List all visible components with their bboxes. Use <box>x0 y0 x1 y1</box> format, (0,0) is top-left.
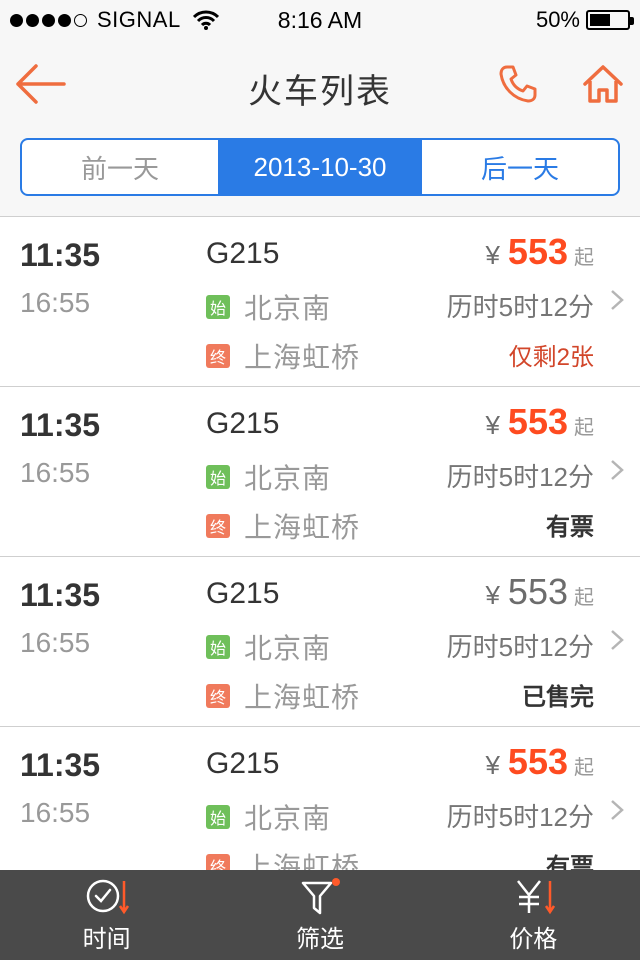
chevron-right-icon <box>611 460 624 480</box>
station-name: 上海虹桥 <box>244 682 361 713</box>
currency-symbol: ¥ <box>485 240 500 270</box>
previous-day-button: 前一天 <box>80 153 159 184</box>
station-name: 北京南 <box>244 633 332 664</box>
chevron-right-icon <box>611 290 624 310</box>
station-name: 上海虹桥 <box>244 342 361 373</box>
arrival-station: 终 上海虹桥 <box>206 336 360 376</box>
phone-icon[interactable] <box>498 64 538 104</box>
price: ¥ 553 起 <box>485 401 594 443</box>
tab-label: 价格 <box>509 925 558 953</box>
nav-bar: 火车列表 <box>0 40 640 128</box>
price: ¥ 553 起 <box>485 231 594 273</box>
currency-symbol: ¥ <box>485 410 500 440</box>
arrival-time: 16:55 <box>20 627 91 658</box>
arrival-station: 终 上海虹桥 <box>206 506 360 546</box>
tab-label: 筛选 <box>295 925 344 953</box>
arrival-time: 16:55 <box>20 797 91 828</box>
departure-time: 11:35 <box>20 577 101 613</box>
station-name: 北京南 <box>244 463 332 494</box>
status-bar: SIGNAL 8:16 AM 50% <box>0 0 640 40</box>
next-day-button[interactable]: 后一天 <box>422 140 618 194</box>
tab-filter[interactable]: 筛选 <box>213 870 426 960</box>
departure-station: 始 北京南 <box>206 287 331 327</box>
current-date[interactable]: 2013-10-30 <box>218 140 422 194</box>
price-amount: 553 <box>507 741 568 782</box>
currency-symbol: ¥ <box>485 580 500 610</box>
ticket-availability: 已售完 <box>522 684 594 711</box>
arrival-station: 终 上海虹桥 <box>206 676 360 716</box>
train-row[interactable]: 11:35 16:55 G215 始 北京南 终 上海虹桥 ¥ 553 起 历时… <box>0 216 640 386</box>
bottom-tab-bar: 时间 筛选 价格 <box>0 870 640 960</box>
price-suffix: 起 <box>574 247 594 269</box>
start-tag: 始 <box>206 805 230 829</box>
station-name: 北京南 <box>244 803 332 834</box>
chevron-right-icon <box>611 800 624 820</box>
ticket-availability: 仅剩2张 <box>508 344 594 371</box>
currency-symbol: ¥ <box>485 750 500 780</box>
train-row[interactable]: 11:35 16:55 G215 始 北京南 终 上海虹桥 ¥ 553 起 历时… <box>0 556 640 726</box>
start-tag: 始 <box>206 465 230 489</box>
arrival-time: 16:55 <box>20 457 91 488</box>
trip-duration: 历时5时12分 <box>446 632 594 662</box>
price-suffix: 起 <box>574 757 594 779</box>
chevron-right-icon <box>611 630 624 650</box>
train-number: G215 <box>206 577 280 610</box>
filter-icon <box>301 877 340 914</box>
price-amount: 553 <box>507 231 568 272</box>
price-suffix: 起 <box>574 587 594 609</box>
end-tag: 终 <box>206 684 230 708</box>
tab-price[interactable]: 价格 <box>427 870 640 960</box>
end-tag: 终 <box>206 344 230 368</box>
departure-time: 11:35 <box>20 407 101 443</box>
battery-percent: 50% <box>535 7 580 32</box>
price-amount: 553 <box>507 571 568 612</box>
start-tag: 始 <box>206 295 230 319</box>
price: ¥ 553 起 <box>485 741 594 783</box>
departure-time: 11:35 <box>20 237 101 273</box>
tab-label: 时间 <box>82 925 131 953</box>
trip-duration: 历时5时12分 <box>446 802 594 832</box>
battery-icon <box>586 10 634 30</box>
train-number: G215 <box>206 747 280 780</box>
price-suffix: 起 <box>574 417 594 439</box>
clock-sort-icon <box>86 879 129 914</box>
departure-station: 始 北京南 <box>206 627 331 667</box>
station-name: 上海虹桥 <box>244 512 361 543</box>
date-selector: 前一天 2013-10-30 后一天 <box>20 138 620 196</box>
battery-indicator: 50% <box>535 7 634 33</box>
train-number: G215 <box>206 407 280 440</box>
train-row[interactable]: 11:35 16:55 G215 始 北京南 终 上海虹桥 ¥ 553 起 历时… <box>0 386 640 556</box>
price: ¥ 553 起 <box>485 571 594 613</box>
station-name: 北京南 <box>244 293 332 324</box>
price-sort-icon <box>517 879 556 914</box>
home-icon[interactable] <box>582 64 624 104</box>
ticket-availability: 有票 <box>546 514 594 541</box>
trip-duration: 历时5时12分 <box>446 462 594 492</box>
train-list: 11:35 16:55 G215 始 北京南 终 上海虹桥 ¥ 553 起 历时… <box>0 216 640 896</box>
train-number: G215 <box>206 237 280 270</box>
departure-time: 11:35 <box>20 747 101 783</box>
trip-duration: 历时5时12分 <box>446 292 594 322</box>
tab-time[interactable]: 时间 <box>0 870 213 960</box>
departure-station: 始 北京南 <box>206 797 331 837</box>
end-tag: 终 <box>206 514 230 538</box>
page-title: 火车列表 <box>248 73 392 111</box>
price-amount: 553 <box>507 401 568 442</box>
start-tag: 始 <box>206 635 230 659</box>
departure-station: 始 北京南 <box>206 457 331 497</box>
arrival-time: 16:55 <box>20 287 91 318</box>
